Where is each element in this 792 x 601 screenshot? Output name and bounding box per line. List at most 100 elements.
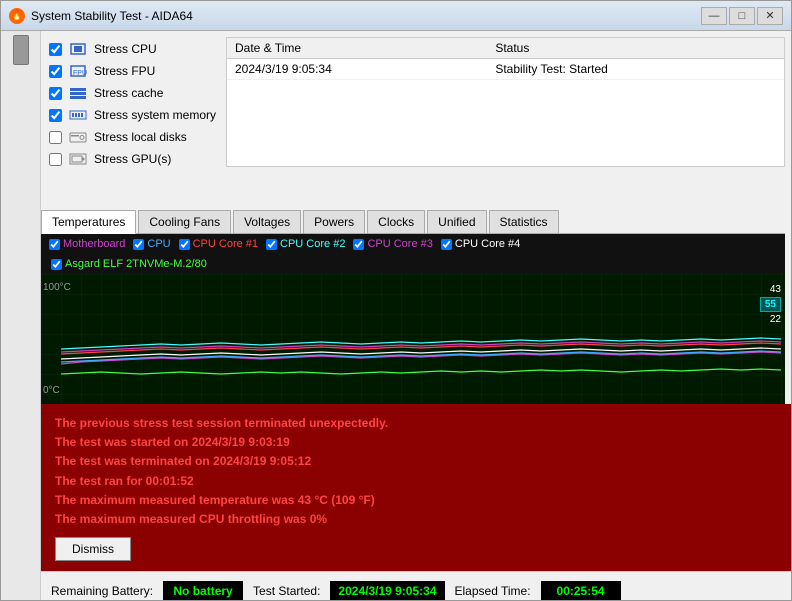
stress-gpu-checkbox[interactable]	[49, 153, 62, 166]
remaining-battery-value: No battery	[163, 581, 243, 600]
top-section: Stress CPU FPU Stress FPU	[41, 31, 791, 206]
elapsed-time-label: Elapsed Time:	[455, 584, 531, 598]
legend-item-cpu[interactable]: CPU	[133, 238, 170, 250]
legend-label-cpu-core-3: CPU Core #3	[367, 238, 432, 250]
stress-cache-label: Stress cache	[94, 86, 163, 100]
cache-icon	[68, 85, 88, 101]
error-line: The test was terminated on 2024/3/19 9:0…	[55, 452, 777, 471]
main-content: Stress CPU FPU Stress FPU	[1, 31, 791, 600]
checkbox-stress-cpu[interactable]: Stress CPU	[49, 39, 218, 59]
main-window: 🔥 System Stability Test - AIDA64 — □ ✕	[0, 0, 792, 601]
legend-label-cpu: CPU	[147, 238, 170, 250]
stress-memory-checkbox[interactable]	[49, 109, 62, 122]
checkbox-stress-cache[interactable]: Stress cache	[49, 83, 218, 103]
legend-label-motherboard: Motherboard	[63, 238, 125, 250]
error-line: The previous stress test session termina…	[55, 414, 777, 433]
maximize-button[interactable]: □	[729, 7, 755, 25]
stress-gpu-label: Stress GPU(s)	[94, 152, 171, 166]
legend-check-cpu-core-2[interactable]	[266, 239, 277, 250]
y-label-100: 100°C	[43, 282, 71, 293]
log-status: Stability Test: Started	[487, 59, 784, 80]
legend-check-cpu-core-3[interactable]	[353, 239, 364, 250]
legend-check-motherboard[interactable]	[49, 239, 60, 250]
legend-check-cpu[interactable]	[133, 239, 144, 250]
legend-item-cpu-core-1[interactable]: CPU Core #1	[179, 238, 258, 250]
legend-item-cpu-core-4[interactable]: CPU Core #4	[441, 238, 520, 250]
log-datetime: 2024/3/19 9:05:34	[227, 59, 487, 80]
stress-cache-checkbox[interactable]	[49, 87, 62, 100]
value-22: 22	[770, 314, 781, 325]
y-label-0: 0°C	[43, 385, 60, 396]
svg-text:FPU: FPU	[73, 70, 87, 77]
gpu-icon	[68, 151, 88, 167]
remaining-battery-label: Remaining Battery:	[51, 584, 153, 598]
elapsed-time-value: 00:25:54	[541, 581, 621, 600]
test-started-value: 2024/3/19 9:05:34	[330, 581, 444, 600]
tab-temperatures[interactable]: Temperatures	[41, 210, 136, 234]
tab-unified[interactable]: Unified	[427, 210, 486, 233]
error-line: The test ran for 00:01:52	[55, 472, 777, 491]
tab-bar: TemperaturesCooling FansVoltagesPowersCl…	[41, 210, 785, 234]
error-line: The maximum measured CPU throttling was …	[55, 510, 777, 529]
legend-check-cpu-core-4[interactable]	[441, 239, 452, 250]
legend-item-cpu-core-3[interactable]: CPU Core #3	[353, 238, 432, 250]
legend-label-cpu-core-2: CPU Core #2	[280, 238, 345, 250]
legend-check-cpu-core-1[interactable]	[179, 239, 190, 250]
error-panel: The previous stress test session termina…	[41, 404, 791, 571]
tab-statistics[interactable]: Statistics	[489, 210, 559, 233]
title-bar-left: 🔥 System Stability Test - AIDA64	[9, 8, 193, 24]
chart-svg	[41, 274, 785, 404]
col-status: Status	[487, 38, 784, 59]
stress-disks-label: Stress local disks	[94, 130, 187, 144]
disk-icon	[68, 129, 88, 145]
tab-powers[interactable]: Powers	[303, 210, 365, 233]
error-line: The maximum measured temperature was 43 …	[55, 491, 777, 510]
sidebar-scroll[interactable]	[1, 31, 41, 600]
full-width-panel: Stress CPU FPU Stress FPU	[41, 31, 791, 600]
tab-cooling-fans[interactable]: Cooling Fans	[138, 210, 231, 233]
error-line: The test was started on 2024/3/19 9:03:1…	[55, 433, 777, 452]
col-datetime: Date & Time	[227, 38, 487, 59]
chart-right-values: 43 55 22	[760, 284, 781, 325]
stress-fpu-label: Stress FPU	[94, 64, 155, 78]
checkbox-stress-memory[interactable]: Stress system memory	[49, 105, 218, 125]
legend-item-cpu-core-2[interactable]: CPU Core #2	[266, 238, 345, 250]
legend-item-motherboard[interactable]: Motherboard	[49, 238, 125, 250]
memory-icon	[68, 107, 88, 123]
value-43: 43	[770, 284, 781, 295]
stress-memory-label: Stress system memory	[94, 108, 216, 122]
stress-disks-checkbox[interactable]	[49, 131, 62, 144]
value-box-55: 55	[760, 297, 781, 312]
cpu-icon	[68, 41, 88, 57]
checkbox-stress-disks[interactable]: Stress local disks	[49, 127, 218, 147]
tab-clocks[interactable]: Clocks	[367, 210, 425, 233]
title-controls: — □ ✕	[701, 7, 783, 25]
fpu-icon: FPU	[68, 63, 88, 79]
tab-voltages[interactable]: Voltages	[233, 210, 301, 233]
log-row: 2024/3/19 9:05:34Stability Test: Started	[227, 59, 784, 80]
close-window-button[interactable]: ✕	[757, 7, 783, 25]
window-title: System Stability Test - AIDA64	[31, 9, 193, 23]
legend-check-asgard[interactable]	[51, 259, 62, 270]
status-bar: Remaining Battery: No battery Test Start…	[41, 571, 791, 600]
stress-cpu-checkbox[interactable]	[49, 43, 62, 56]
chart-area: Motherboard CPU CPU Core #1 CPU Core #2 …	[41, 234, 785, 404]
legend-item-asgard[interactable]: Asgard ELF 2TNVMe-M.2/80	[51, 258, 207, 270]
right-panel: Date & Time Status 2024/3/19 9:05:34Stab…	[226, 31, 791, 206]
app-icon: 🔥	[9, 8, 25, 24]
chart-legend: Motherboard CPU CPU Core #1 CPU Core #2 …	[41, 234, 785, 274]
tabs-area: TemperaturesCooling FansVoltagesPowersCl…	[41, 206, 791, 404]
legend-label-cpu-core-4: CPU Core #4	[455, 238, 520, 250]
left-panel: Stress CPU FPU Stress FPU	[41, 31, 226, 206]
stress-cpu-label: Stress CPU	[94, 42, 157, 56]
stress-fpu-checkbox[interactable]	[49, 65, 62, 78]
minimize-button[interactable]: —	[701, 7, 727, 25]
title-bar: 🔥 System Stability Test - AIDA64 — □ ✕	[1, 1, 791, 31]
checkbox-stress-gpu[interactable]: Stress GPU(s)	[49, 149, 218, 169]
scroll-thumb[interactable]	[13, 35, 29, 65]
test-started-label: Test Started:	[253, 584, 320, 598]
legend-label-asgard: Asgard ELF 2TNVMe-M.2/80	[65, 258, 207, 270]
legend-label-cpu-core-1: CPU Core #1	[193, 238, 258, 250]
dismiss-button[interactable]: Dismiss	[55, 537, 131, 561]
checkbox-stress-fpu[interactable]: FPU Stress FPU	[49, 61, 218, 81]
